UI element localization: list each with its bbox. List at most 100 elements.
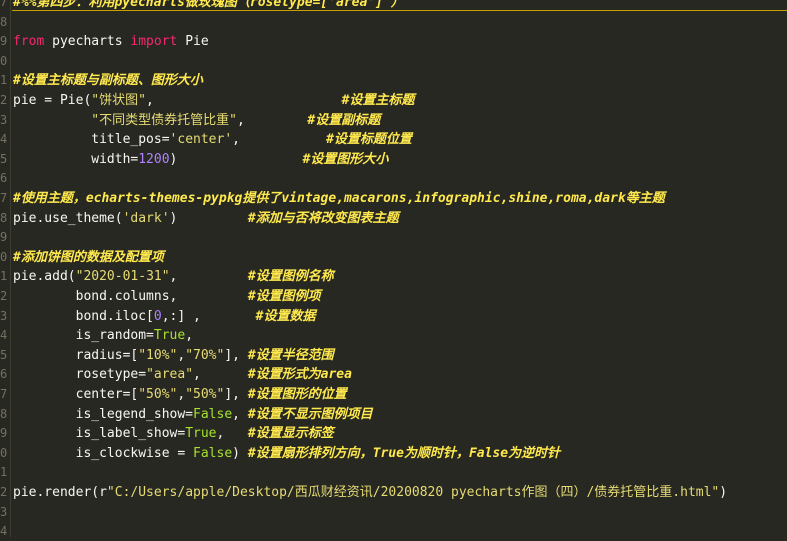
line-number: 4 — [0, 328, 8, 343]
line-number: 1 — [0, 465, 8, 480]
code-text-token: is_random= — [13, 328, 154, 344]
line-number: 9 — [0, 34, 8, 49]
line-number: 2 — [0, 289, 8, 303]
string-token: "50%" — [185, 387, 225, 402]
comment-token: #添加饼图的数据及配置项 — [13, 249, 164, 265]
line-number: 7 — [0, 191, 8, 205]
line-number: 4 — [0, 524, 8, 539]
code-content: radius=["10%","70%"], #设置半径范围 — [13, 346, 334, 365]
comment-token: #设置主标题与副标题、图形大小 — [13, 73, 203, 89]
comment-token: #设置图例名称 — [247, 269, 334, 285]
code-text-token: pie.render(r — [13, 485, 107, 500]
boolean-token: False — [193, 445, 233, 461]
comment-token: #设置标题位置 — [326, 132, 412, 148]
code-text-token: is_label_show= — [13, 426, 186, 442]
line-number: 2 — [0, 485, 8, 499]
code-content: #使用主题，echarts-themes-pypkg提供了vintage,mac… — [13, 189, 665, 208]
number-token: 0 — [153, 308, 162, 324]
code-content: title_pos='center', #设置标题位置 — [13, 130, 412, 149]
code-content: from pyecharts import Pie — [13, 32, 209, 51]
line-number: 0 — [0, 249, 8, 264]
code-content: is_clockwise = False) #设置扇形排列方向，True为顺时针… — [13, 444, 560, 463]
line-number: 8 — [0, 14, 8, 29]
code-content: #%%第四步：利用pyecharts做玫瑰图（rosetype=['area']… — [13, 0, 404, 12]
string-token: "C:/Users/apple/Desktop/西瓜财经资讯/20200820 … — [106, 485, 720, 500]
code-text-token: pie.add( — [13, 269, 76, 285]
code-text-token: , — [169, 269, 248, 285]
line-number: 8 — [0, 210, 8, 225]
code-content: pie.add("2020-01-31", #设置图例名称 — [13, 267, 334, 286]
comment-token: #设置形式为area — [247, 367, 352, 383]
code-content: is_legend_show=False, #设置不显示图例项目 — [13, 405, 373, 424]
code-text-token: ) — [169, 210, 248, 226]
line-number: 8 — [0, 406, 8, 421]
code-text-token: ) — [169, 151, 303, 167]
line-number: 3 — [0, 504, 8, 519]
code-text-token: , — [232, 132, 327, 148]
string-token: "area" — [146, 367, 194, 383]
code-text-token: , — [185, 328, 194, 344]
code-content: pie.use_theme('dark') #添加与否将改变图表主题 — [13, 209, 399, 228]
boolean-token: True — [185, 426, 217, 442]
code-content: pie = Pie("饼状图", #设置主标题 — [13, 91, 414, 110]
string-token: "2020-01-31" — [75, 269, 170, 285]
string-token: "10%" — [138, 347, 178, 363]
code-text-token: ,:] , — [161, 308, 256, 324]
code-text-token: title_pos= — [13, 132, 170, 148]
line-number: 0 — [0, 53, 8, 68]
string-token: "70%" — [185, 347, 225, 363]
code-text-token: rosetype= — [13, 367, 147, 383]
line-number: 0 — [0, 445, 8, 460]
number-token: 1200 — [138, 151, 170, 167]
code-content: pie.render(r"C:/Users/apple/Desktop/西瓜财经… — [13, 483, 727, 502]
code-editor[interactable]: 7 #%%第四步：利用pyecharts做玫瑰图（rosetype=['area'… — [0, 0, 787, 538]
code-text-token: is_clockwise = — [13, 445, 194, 461]
code-text-token: bond.columns, — [13, 289, 248, 304]
comment-token: #添加与否将改变图表主题 — [247, 210, 399, 226]
code-content: center=["50%","50%"], #设置图形的位置 — [13, 385, 347, 404]
code-text-token: Pie — [177, 34, 209, 50]
code-content: width=1200) #设置图形大小 — [13, 150, 388, 169]
string-token: "50%" — [138, 387, 178, 402]
keyword-token: import — [130, 34, 178, 50]
code-content: is_label_show=True, #设置显示标签 — [13, 424, 334, 443]
line-number: 7 — [0, 0, 8, 9]
code-text-token: ) — [719, 485, 728, 500]
string-token: "饼状图" — [91, 93, 146, 108]
code-text-token: , — [145, 93, 342, 108]
code-text-token: radius=[ — [13, 347, 139, 363]
line-number: 4 — [0, 132, 8, 147]
line-number: 9 — [0, 230, 8, 245]
code-text-token: center=[ — [13, 387, 139, 402]
code-text-token: pie.use_theme( — [13, 210, 123, 226]
code-content: #添加饼图的数据及配置项 — [13, 248, 164, 267]
keyword-token: from — [13, 34, 45, 50]
comment-token: #设置图例项 — [247, 289, 321, 304]
string-token: "不同类型债券托管比重" — [91, 112, 237, 128]
comment-token: #%%第四步：利用pyecharts做玫瑰图（rosetype=['area']… — [13, 0, 404, 10]
code-text-token: bond.iloc[ — [13, 308, 154, 324]
comment-token: #设置半径范围 — [247, 347, 334, 363]
line-number: 1 — [0, 73, 8, 88]
comment-token: #设置不显示图例项目 — [247, 406, 373, 422]
code-text-token: pie = Pie( — [13, 93, 92, 108]
comment-token: #设置图形的位置 — [247, 387, 347, 402]
code-content: rosetype="area", #设置形式为area — [13, 365, 352, 384]
code-text-token: ], — [224, 347, 248, 363]
boolean-token: False — [193, 406, 233, 422]
comment-token: #设置副标题 — [307, 112, 381, 128]
line-number: 5 — [0, 347, 8, 362]
code-text-token: , — [193, 367, 248, 383]
line-number: 5 — [0, 151, 8, 166]
comment-token: #设置主标题 — [341, 93, 415, 108]
line-number: 7 — [0, 387, 8, 401]
code-text-token: ) — [232, 445, 248, 461]
code-text-token: ], — [224, 387, 248, 402]
line-number: 6 — [0, 367, 8, 382]
code-text-token: , — [236, 112, 308, 128]
comment-token: #设置显示标签 — [247, 426, 334, 442]
code-text-token: , — [216, 426, 248, 442]
code-text-token: is_legend_show= — [13, 406, 194, 422]
string-token: 'dark' — [122, 210, 170, 226]
code-content: #设置主标题与副标题、图形大小 — [13, 71, 203, 90]
